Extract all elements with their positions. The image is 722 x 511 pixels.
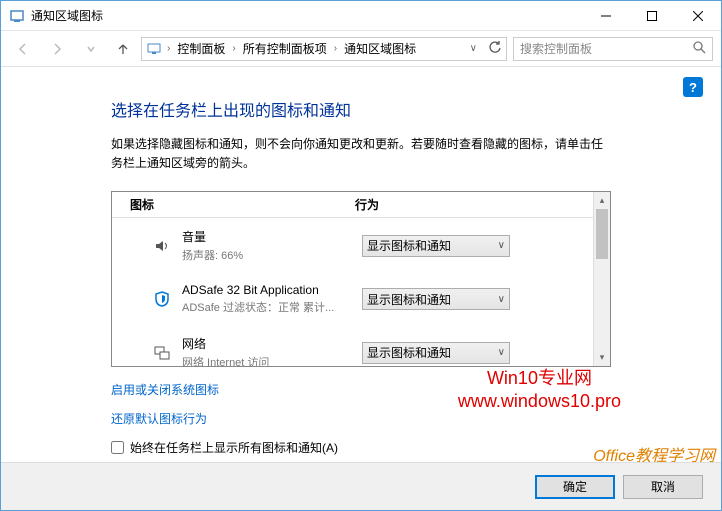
behavior-select[interactable]: 显示图标和通知∨ (362, 235, 510, 257)
search-placeholder: 搜索控制面板 (520, 40, 592, 57)
breadcrumb-item[interactable]: 所有控制面板项 (241, 40, 329, 57)
app-icon (9, 8, 25, 24)
nav-bar: › 控制面板 › 所有控制面板项 › 通知区域图标 ∨ 搜索控制面板 (1, 31, 721, 67)
scroll-thumb[interactable] (596, 209, 608, 259)
item-title: ADSafe 32 Bit Application (182, 283, 362, 297)
network-icon (152, 343, 172, 363)
system-icons-link[interactable]: 启用或关闭系统图标 (111, 381, 611, 398)
list-item: ADSafe 32 Bit Application ADSafe 过滤状态：正常… (112, 273, 593, 325)
refresh-icon[interactable] (488, 40, 502, 57)
notification-list: 图标 行为 音量 扬声器: 66% 显示图标和通知∨ ADSafe 32 Bit… (111, 191, 611, 367)
item-subtitle: ADSafe 过滤状态：正常 累计... (182, 299, 362, 315)
chevron-right-icon: › (331, 43, 340, 54)
shield-icon (152, 289, 172, 309)
recent-dropdown[interactable] (77, 35, 105, 63)
restore-defaults-link[interactable]: 还原默认图标行为 (111, 410, 611, 427)
close-button[interactable] (675, 1, 721, 31)
scroll-down-button[interactable]: ▾ (594, 349, 610, 366)
scrollbar[interactable]: ▴ ▾ (593, 192, 610, 366)
back-button[interactable] (9, 35, 37, 63)
always-show-checkbox-row: 始终在任务栏上显示所有图标和通知(A) (111, 439, 611, 456)
page-description: 如果选择隐藏图标和通知，则不会向你通知更改和更新。若要随时查看隐藏的图标，请单击… (111, 135, 611, 173)
page-heading: 选择在任务栏上出现的图标和通知 (111, 97, 611, 121)
content-area: ? 选择在任务栏上出现的图标和通知 如果选择隐藏图标和通知，则不会向你通知更改和… (1, 67, 721, 462)
col-behavior-header: 行为 (355, 196, 593, 213)
list-item: 音量 扬声器: 66% 显示图标和通知∨ (112, 218, 593, 273)
breadcrumb-item[interactable]: 控制面板 (175, 40, 227, 57)
window-controls (583, 1, 721, 30)
monitor-icon (146, 41, 162, 57)
chevron-down-icon: ∨ (498, 347, 505, 358)
chevron-down-icon: ∨ (498, 294, 505, 305)
item-title: 音量 (182, 228, 362, 245)
title-bar: 通知区域图标 (1, 1, 721, 31)
speaker-icon (152, 236, 172, 256)
ok-button[interactable]: 确定 (535, 475, 615, 499)
col-icon-header: 图标 (130, 196, 355, 213)
item-title: 网络 (182, 335, 362, 352)
maximize-button[interactable] (629, 1, 675, 31)
item-subtitle: 网络 Internet 访问 (182, 354, 362, 366)
window-title: 通知区域图标 (31, 7, 583, 24)
up-button[interactable] (111, 37, 135, 61)
chevron-right-icon: › (164, 43, 173, 54)
item-subtitle: 扬声器: 66% (182, 247, 362, 263)
list-item: 网络 网络 Internet 访问 显示图标和通知∨ (112, 325, 593, 366)
breadcrumb[interactable]: › 控制面板 › 所有控制面板项 › 通知区域图标 ∨ (141, 37, 507, 61)
cancel-button[interactable]: 取消 (623, 475, 703, 499)
chevron-down-icon: ∨ (498, 240, 505, 251)
chevron-right-icon: › (229, 43, 238, 54)
forward-button[interactable] (43, 35, 71, 63)
links-section: 启用或关闭系统图标 还原默认图标行为 始终在任务栏上显示所有图标和通知(A) (111, 381, 611, 456)
help-icon[interactable]: ? (683, 77, 703, 97)
list-header: 图标 行为 (112, 192, 593, 218)
behavior-select[interactable]: 显示图标和通知∨ (362, 342, 510, 364)
search-icon (693, 41, 706, 57)
footer: 确定 取消 (1, 462, 721, 510)
scroll-up-button[interactable]: ▴ (594, 192, 610, 209)
search-input[interactable]: 搜索控制面板 (513, 37, 713, 61)
chevron-down-icon[interactable]: ∨ (467, 43, 480, 54)
behavior-select[interactable]: 显示图标和通知∨ (362, 288, 510, 310)
breadcrumb-item[interactable]: 通知区域图标 (342, 40, 418, 57)
minimize-button[interactable] (583, 1, 629, 31)
checkbox-label: 始终在任务栏上显示所有图标和通知(A) (130, 439, 338, 456)
always-show-checkbox[interactable] (111, 441, 124, 454)
